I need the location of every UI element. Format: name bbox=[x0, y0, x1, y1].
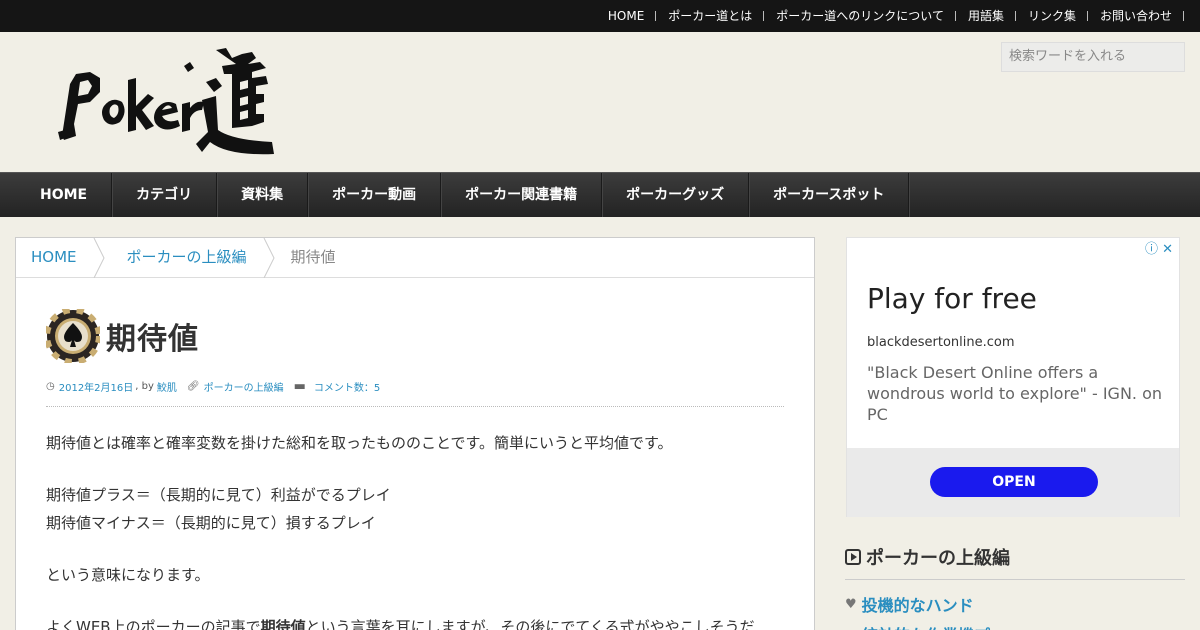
main-nav-books[interactable]: ポーカー関連書籍 bbox=[441, 173, 603, 217]
paragraph: 期待値とは確率と確率変数を掛けた総和を取ったもののことです。簡単にいうと平均値で… bbox=[46, 434, 673, 452]
breadcrumb-current: 期待値 bbox=[290, 247, 336, 266]
post-author[interactable]: 鮫肌 bbox=[157, 379, 177, 394]
top-nav-links[interactable]: リンク集 bbox=[1016, 0, 1088, 32]
main-nav-category[interactable]: カテゴリ bbox=[112, 173, 218, 217]
post-category[interactable]: ポーカーの上級編 bbox=[204, 379, 284, 394]
ad-description: "Black Desert Online offers a wondrous w… bbox=[867, 363, 1163, 424]
heart-icon: ♥ bbox=[845, 596, 857, 612]
page-title: 期待値 bbox=[106, 322, 199, 357]
post-comments[interactable]: コメント数：5 bbox=[314, 379, 380, 394]
paragraph: という意味になります。 bbox=[46, 566, 210, 584]
divider bbox=[46, 406, 784, 407]
main-nav-goods[interactable]: ポーカーグッズ bbox=[602, 173, 750, 217]
main-content: HOME ポーカーの上級編 期待値 期待値 ◷ 2012年2月16日 , by … bbox=[15, 237, 815, 630]
top-nav-glossary[interactable]: 用語集 bbox=[956, 0, 1016, 32]
main-nav-home[interactable]: HOME bbox=[16, 173, 113, 217]
ad-open-button[interactable]: OPEN bbox=[930, 467, 1098, 497]
paragraph-bold: 期待値 bbox=[260, 618, 306, 630]
sidebar-item-partial[interactable]: 統計的な作業機プ bbox=[862, 622, 990, 630]
breadcrumb: HOME ポーカーの上級編 期待値 bbox=[16, 237, 814, 278]
article: 期待値 ◷ 2012年2月16日 , by 鮫肌 🔗︎ ポーカーの上級編 ▬ コ… bbox=[16, 278, 814, 630]
poker-chip-spade-icon bbox=[46, 309, 100, 363]
top-nav-link-policy[interactable]: ポーカー道へのリンクについて bbox=[764, 0, 956, 32]
article-meta: ◷ 2012年2月16日 , by 鮫肌 🔗︎ ポーカーの上級編 ▬ コメント数… bbox=[46, 378, 784, 394]
paragraph: 期待値プラス＝（長期的に見て）利益がでるプレイ bbox=[46, 486, 391, 504]
comment-icon: ▬ bbox=[293, 378, 306, 394]
paragraph: よくWEB上のポーカーの記事で期待値という言葉を耳にしますが、その後にでてくる式… bbox=[46, 613, 784, 630]
by-label: , by bbox=[135, 380, 154, 392]
main-nav-videos[interactable]: ポーカー動画 bbox=[308, 173, 442, 217]
top-nav: HOME ポーカー道とは ポーカー道へのリンクについて 用語集 リンク集 お問い… bbox=[596, 0, 1185, 32]
sidebar-section-heading: ポーカーの上級編 bbox=[845, 544, 1185, 580]
ad-domain: blackdesertonline.com bbox=[867, 335, 1015, 350]
breadcrumb-home-label: HOME bbox=[31, 247, 77, 266]
link-icon: 🔗︎ bbox=[186, 380, 200, 392]
paragraph-text: という言葉を耳にしますが、その後にでてくる式がややこしそうだ bbox=[305, 618, 755, 630]
breadcrumb-category[interactable]: ポーカーの上級編 bbox=[105, 237, 275, 278]
sidebar-item[interactable]: ♥ 投機的なハンド bbox=[845, 592, 974, 616]
paragraph: 期待値マイナス＝（長期的に見て）損するプレイ bbox=[46, 514, 376, 532]
main-nav: HOME カテゴリ 資料集 ポーカー動画 ポーカー関連書籍 ポーカーグッズ ポー… bbox=[0, 172, 1200, 217]
breadcrumb-category-label: ポーカーの上級編 bbox=[126, 247, 247, 266]
post-date[interactable]: 2012年2月16日 bbox=[59, 379, 134, 394]
site-header: 検索ワードを入れる bbox=[0, 32, 1200, 172]
ad-title[interactable]: Play for free bbox=[867, 282, 1037, 315]
search-input[interactable]: 検索ワードを入れる bbox=[1001, 42, 1185, 72]
sidebar-section-title: ポーカーの上級編 bbox=[866, 548, 1010, 569]
paragraph-text: よくWEB上のポーカーの記事で bbox=[46, 618, 261, 630]
article-header: 期待値 bbox=[46, 308, 784, 364]
breadcrumb-separator-icon bbox=[93, 237, 105, 278]
play-square-icon bbox=[845, 549, 861, 565]
clock-icon: ◷ bbox=[46, 380, 55, 392]
breadcrumb-home[interactable]: HOME bbox=[16, 237, 105, 278]
top-bar: HOME ポーカー道とは ポーカー道へのリンクについて 用語集 リンク集 お問い… bbox=[0, 0, 1200, 32]
breadcrumb-separator-icon bbox=[263, 237, 275, 278]
site-logo[interactable] bbox=[56, 44, 276, 160]
sidebar-item-label[interactable]: 投機的なハンド bbox=[862, 592, 974, 616]
ad-footer: OPEN bbox=[847, 448, 1179, 517]
main-nav-resources[interactable]: 資料集 bbox=[217, 173, 309, 217]
main-nav-spots[interactable]: ポーカースポット bbox=[749, 173, 910, 217]
top-nav-about[interactable]: ポーカー道とは bbox=[656, 0, 765, 32]
ad-banner[interactable]: ⓘ ✕ Play for free blackdesertonline.com … bbox=[846, 237, 1180, 517]
article-body: 期待値とは確率と確率変数を掛けた総和を取ったもののことです。簡単にいうと平均値で… bbox=[46, 429, 784, 630]
ad-choices-icon[interactable]: ⓘ ✕ bbox=[1145, 238, 1173, 257]
top-nav-contact[interactable]: お問い合わせ bbox=[1088, 0, 1185, 32]
top-nav-home[interactable]: HOME bbox=[596, 0, 657, 32]
